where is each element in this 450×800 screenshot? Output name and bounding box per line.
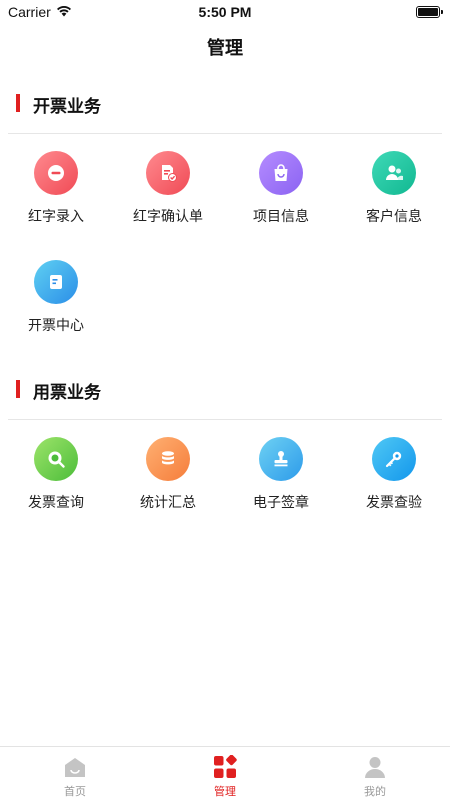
document-check-icon: [146, 151, 190, 195]
item-label: 客户信息: [366, 209, 422, 225]
contacts-icon: [372, 151, 416, 195]
tab-home[interactable]: 首页: [0, 747, 150, 800]
section-title: 用票业务: [33, 383, 101, 403]
status-bar: Carrier 5:50 PM: [0, 0, 450, 24]
home-icon: [65, 758, 85, 777]
stamp-icon: [259, 437, 303, 481]
search-icon: [34, 437, 78, 481]
battery-icon: [416, 6, 443, 18]
tab-bar: 首页 管理 我的: [0, 746, 450, 800]
page-title: 管理: [207, 38, 243, 59]
database-icon: [146, 437, 190, 481]
grid-item-customer-info[interactable]: 客户信息: [338, 151, 450, 241]
grid-item-project-info[interactable]: 项目信息: [225, 151, 337, 241]
tab-label: 管理: [214, 785, 236, 798]
shopping-bag-icon: [259, 151, 303, 195]
grid-item-e-seal[interactable]: 电子签章: [225, 437, 337, 527]
divider: [8, 133, 442, 134]
user-icon: [365, 757, 385, 778]
item-label: 统计汇总: [140, 495, 196, 511]
grid-icon: [214, 755, 237, 778]
tab-profile[interactable]: 我的: [300, 747, 450, 800]
clock-label: 5:50 PM: [198, 4, 252, 20]
section-accent-bar: [16, 380, 20, 398]
item-label: 红字确认单: [133, 209, 203, 225]
grid-item-invoice-verify[interactable]: 发票查验: [338, 437, 450, 527]
tab-label: 我的: [364, 785, 386, 798]
item-label: 红字录入: [28, 209, 84, 225]
divider: [8, 419, 442, 420]
minus-circle-icon: [34, 151, 78, 195]
grid-item-red-entry[interactable]: 红字录入: [0, 151, 112, 241]
key-icon: [372, 437, 416, 481]
grid-item-statistics[interactable]: 统计汇总: [112, 437, 224, 527]
item-label: 开票中心: [28, 318, 84, 334]
item-label: 项目信息: [253, 209, 309, 225]
section-header-invoicing: 开票业务: [0, 88, 450, 118]
section-accent-bar: [16, 94, 20, 112]
grid-item-invoice-query[interactable]: 发票查询: [0, 437, 112, 527]
section-header-usage: 用票业务: [0, 374, 450, 404]
item-label: 发票查验: [366, 495, 422, 511]
tab-manage[interactable]: 管理: [150, 747, 300, 800]
invoice-icon: [34, 260, 78, 304]
item-label: 发票查询: [28, 495, 84, 511]
tab-label: 首页: [64, 785, 86, 798]
section-title: 开票业务: [33, 97, 101, 117]
grid-item-red-confirmation[interactable]: 红字确认单: [112, 151, 224, 241]
item-label: 电子签章: [253, 495, 309, 511]
grid-item-invoice-center[interactable]: 开票中心: [0, 260, 112, 350]
